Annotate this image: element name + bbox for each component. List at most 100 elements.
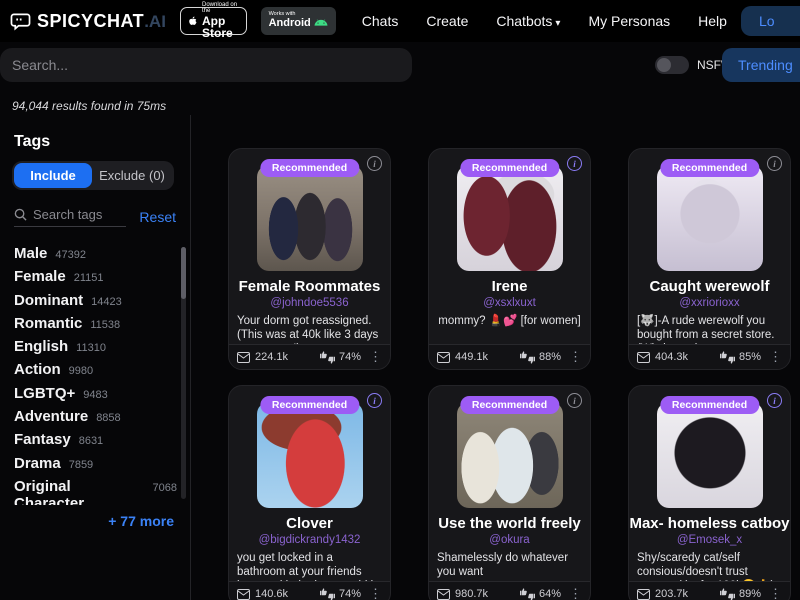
chatbot-avatar[interactable] [457, 402, 563, 508]
chatbot-title[interactable]: Caught werewolf [629, 278, 790, 295]
card-menu-icon[interactable]: ⋮ [369, 349, 382, 365]
tag-item[interactable]: Romantic 11538 [14, 315, 177, 338]
android-badge-bottom: Android [269, 18, 311, 30]
card-menu-icon[interactable]: ⋮ [769, 586, 782, 600]
exclude-tab[interactable]: Exclude (0) [92, 163, 172, 188]
spicychat-logo[interactable]: SPICYCHAT.AI [10, 11, 166, 32]
card-footer: 404.3k 85% ⋮ [629, 344, 790, 369]
chatbot-username[interactable]: @bigdickrandy1432 [229, 534, 390, 546]
chevron-down-icon: ▾ [555, 18, 560, 29]
tag-item[interactable]: Adventure 8858 [14, 408, 177, 431]
card-menu-icon[interactable]: ⋮ [569, 349, 582, 365]
tag-item[interactable]: Dominant 14423 [14, 292, 177, 315]
card-menu-icon[interactable]: ⋮ [569, 586, 582, 600]
chatbot-card[interactable]: Recommended i Irene @xsxlxuxt mommy? 💄💕 … [428, 148, 591, 370]
chatbot-username[interactable]: @xsxlxuxt [429, 297, 590, 309]
thumbs-up-down-icon [320, 351, 335, 364]
tag-search-row: Reset [14, 207, 176, 227]
tag-list-scrollbar[interactable] [181, 247, 186, 499]
tag-item[interactable]: Female 21151 [14, 268, 177, 291]
message-count: 980.7k [437, 588, 488, 600]
card-menu-icon[interactable]: ⋮ [769, 349, 782, 365]
rating-value: 74% [339, 588, 361, 600]
more-tags-link[interactable]: + 77 more [108, 513, 174, 529]
info-icon[interactable]: i [767, 393, 782, 408]
chatbot-avatar[interactable] [257, 165, 363, 271]
logo-suffix: .AI [144, 12, 166, 31]
nsfw-toggle[interactable] [655, 56, 689, 74]
tag-item-clipped[interactable]: ▄▄▄ ▄ [14, 501, 177, 505]
top-navbar: SPICYCHAT.AI Download on the App Store W… [0, 0, 800, 42]
rating: 64% ⋮ [520, 586, 582, 600]
chatbot-title[interactable]: Max- homeless catboy [629, 515, 790, 532]
chatbot-avatar[interactable] [657, 165, 763, 271]
info-icon[interactable]: i [767, 156, 782, 171]
chatbot-username[interactable]: @Emosek_x [629, 534, 790, 546]
tag-item[interactable]: Drama 7859 [14, 455, 177, 478]
spicychat-page: SPICYCHAT.AI Download on the App Store W… [0, 0, 800, 600]
chatbot-username[interactable]: @okura [429, 534, 590, 546]
android-badge[interactable]: Works with Android [261, 7, 336, 35]
search-icon [14, 208, 27, 221]
nav-create[interactable]: Create [426, 13, 468, 29]
chatbot-avatar[interactable] [657, 402, 763, 508]
tag-name: Male [14, 245, 47, 262]
tag-item[interactable]: Fantasy 8631 [14, 431, 177, 454]
chatbot-card[interactable]: Recommended i Use the world freely @okur… [428, 385, 591, 600]
register-button-partial[interactable] [774, 6, 800, 36]
nav-my-personas[interactable]: My Personas [588, 13, 670, 29]
chatbot-title[interactable]: Irene [429, 278, 590, 295]
tag-item[interactable]: Male 47392 [14, 245, 177, 268]
tag-search-input[interactable] [33, 207, 123, 222]
recommended-badge: Recommended [460, 396, 559, 414]
tag-count: 47392 [55, 249, 86, 261]
tag-count: 8631 [79, 435, 103, 447]
chatbot-card[interactable]: Recommended i Caught werewolf @xxrioriox… [628, 148, 791, 370]
trending-button[interactable]: Trending [722, 48, 800, 82]
tag-name: Fantasy [14, 431, 71, 448]
include-tab[interactable]: Include [14, 163, 92, 188]
tag-name: Dominant [14, 292, 83, 309]
nav-help[interactable]: Help [698, 13, 727, 29]
tag-name: Drama [14, 455, 61, 472]
chatbot-username[interactable]: @johndoe5536 [229, 297, 390, 309]
tag-count: 11538 [90, 319, 120, 331]
tag-search-field[interactable] [14, 207, 126, 227]
tags-title: Tags [14, 133, 50, 151]
app-store-badge-top: Download on the [202, 2, 238, 15]
tag-item[interactable]: Original Character 7068 [14, 478, 177, 501]
rating: 74% ⋮ [320, 586, 382, 600]
tag-count: 7859 [69, 459, 93, 471]
info-icon[interactable]: i [367, 393, 382, 408]
chatbot-title[interactable]: Clover [229, 515, 390, 532]
chatbot-title[interactable]: Female Roommates [229, 278, 390, 295]
scrollbar-thumb[interactable] [181, 247, 186, 299]
tag-item[interactable]: Action 9980 [14, 361, 177, 384]
chatbot-title[interactable]: Use the world freely [429, 515, 590, 532]
tag-item[interactable]: LGBTQ+ 9483 [14, 385, 177, 408]
tag-item[interactable]: English 11310 [14, 338, 177, 361]
tag-count: 14423 [91, 296, 122, 308]
rating-value: 64% [539, 588, 561, 600]
nav-chats[interactable]: Chats [362, 13, 399, 29]
info-icon[interactable]: i [567, 393, 582, 408]
reset-tags-link[interactable]: Reset [139, 209, 176, 225]
chatbot-card[interactable]: Recommended i Max- homeless catboy @Emos… [628, 385, 791, 600]
info-icon[interactable]: i [367, 156, 382, 171]
card-menu-icon[interactable]: ⋮ [369, 586, 382, 600]
chatbot-username[interactable]: @xxriorioxx [629, 297, 790, 309]
chatbot-avatar[interactable] [257, 402, 363, 508]
tag-name: Action [14, 361, 61, 378]
recommended-badge: Recommended [660, 159, 759, 177]
apple-icon [189, 13, 197, 29]
message-count-value: 140.6k [255, 588, 288, 600]
chatbot-avatar[interactable] [457, 165, 563, 271]
rating: 88% ⋮ [520, 349, 582, 365]
search-input[interactable] [0, 48, 412, 82]
tag-count: 8858 [96, 412, 120, 424]
chatbot-card[interactable]: Recommended i Female Roommates @johndoe5… [228, 148, 391, 370]
nav-chatbots[interactable]: Chatbots▾ [496, 13, 560, 29]
info-icon[interactable]: i [567, 156, 582, 171]
app-store-badge[interactable]: Download on the App Store [180, 7, 247, 35]
chatbot-card[interactable]: Recommended i Clover @bigdickrandy1432 y… [228, 385, 391, 600]
